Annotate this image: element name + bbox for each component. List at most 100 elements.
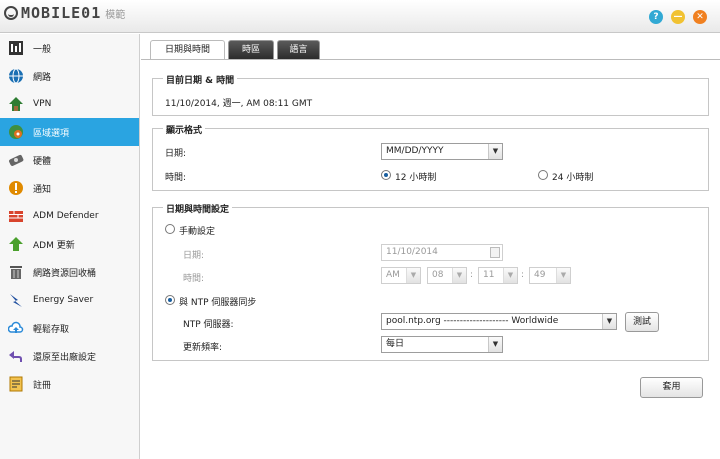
time-24h-radio[interactable] — [538, 170, 548, 180]
update-icon — [8, 236, 24, 252]
display-format-legend: 顯示格式 — [163, 123, 206, 136]
sidebar-item-vpn[interactable]: VPN — [0, 90, 139, 118]
hour-select[interactable]: 08 ▼ — [427, 267, 467, 284]
logo-icon — [4, 6, 18, 20]
sidebar: 一般 網路 VPN 區域選項 硬體 通知 ADM Defender ADM 更新… — [0, 34, 140, 459]
chevron-down-icon: ▼ — [503, 268, 517, 283]
register-icon — [8, 376, 24, 392]
recycle-bin-icon — [8, 264, 24, 280]
ntp-sync-label: 與 NTP 伺服器同步 — [179, 298, 257, 308]
sidebar-item-label: 輕鬆存取 — [33, 324, 70, 335]
ntp-server-select[interactable]: pool.ntp.org -------------------- Worldw… — [381, 313, 617, 330]
manual-setting-label: 手動設定 — [179, 227, 216, 237]
brand-logo-text: MOBILE01 — [21, 4, 102, 22]
sidebar-item-label: Energy Saver — [33, 295, 94, 305]
ntp-server-value: pool.ntp.org -------------------- Worldw… — [386, 316, 559, 326]
sidebar-item-label: 網路 — [33, 72, 52, 83]
title-bar: MOBILE01 模範 ? — ✕ — [0, 0, 720, 33]
restore-icon — [8, 348, 24, 364]
hardware-icon — [8, 152, 24, 168]
vpn-icon — [8, 96, 24, 112]
sidebar-item-label: 硬體 — [33, 156, 52, 167]
sidebar-item-label: ADM Defender — [33, 211, 99, 221]
sidebar-item-recycle-bin[interactable]: 網路資源回收桶 — [0, 258, 139, 286]
sidebar-item-adm-update[interactable]: ADM 更新 — [0, 230, 139, 258]
time-24h-label: 24 小時制 — [552, 173, 594, 183]
tab-date-time[interactable]: 日期與時間 — [150, 40, 225, 60]
energy-icon — [8, 292, 24, 308]
general-icon — [8, 40, 24, 56]
second-select[interactable]: 49 ▼ — [529, 267, 571, 284]
time-separator: : — [470, 270, 474, 280]
globe-icon — [8, 68, 24, 84]
datetime-settings-group: 日期與時間設定 手動設定 日期: 11/10/2014 時間: AM ▼ 08 … — [152, 202, 709, 361]
update-frequency-select[interactable]: 每日 ▼ — [381, 336, 503, 353]
tab-timezone[interactable]: 時區 — [228, 40, 274, 59]
sidebar-item-label: 網路資源回收桶 — [33, 268, 97, 279]
tab-language[interactable]: 語言 — [277, 40, 320, 59]
hour-value: 08 — [432, 270, 444, 280]
ampm-value: AM — [386, 270, 400, 280]
update-frequency-label: 更新頻率: — [183, 343, 223, 353]
current-datetime-legend: 目前日期 & 時間 — [163, 73, 238, 86]
sidebar-item-label: 一般 — [33, 44, 52, 55]
close-button[interactable]: ✕ — [693, 10, 707, 24]
sidebar-item-register[interactable]: 註冊 — [0, 370, 139, 398]
tab-divider — [141, 59, 720, 60]
current-datetime-value: 11/10/2014, 週一, AM 08:11 GMT — [165, 99, 313, 109]
calendar-icon[interactable] — [490, 247, 500, 258]
date-format-label: 日期: — [165, 149, 187, 159]
sidebar-item-label: VPN — [33, 99, 52, 109]
ampm-select[interactable]: AM ▼ — [381, 267, 421, 284]
sidebar-item-label: 註冊 — [33, 380, 52, 391]
sidebar-item-adm-defender[interactable]: ADM Defender — [0, 202, 139, 230]
ntp-server-label: NTP 伺服器: — [183, 320, 234, 330]
ntp-sync-radio[interactable] — [165, 295, 175, 305]
display-format-group: 顯示格式 日期: MM/DD/YYYY ▼ 時間: 12 小時制 24 小時制 — [152, 123, 709, 191]
chevron-down-icon: ▼ — [488, 337, 502, 352]
second-value: 49 — [534, 270, 546, 280]
sidebar-item-easy-access[interactable]: 輕鬆存取 — [0, 314, 139, 342]
help-button[interactable]: ? — [649, 10, 663, 24]
sidebar-item-energy-saver[interactable]: Energy Saver — [0, 286, 139, 314]
sidebar-item-label: ADM 更新 — [33, 240, 75, 251]
chevron-down-icon: ▼ — [556, 268, 570, 283]
date-format-value: MM/DD/YYYY — [386, 146, 444, 156]
time-format-label: 時間: — [165, 173, 187, 183]
minute-select[interactable]: 11 ▼ — [478, 267, 518, 284]
sidebar-item-network[interactable]: 網路 — [0, 62, 139, 90]
sidebar-item-general[interactable]: 一般 — [0, 34, 139, 62]
minimize-button[interactable]: — — [671, 10, 685, 24]
update-frequency-value: 每日 — [386, 339, 405, 349]
chevron-down-icon: ▼ — [602, 314, 616, 329]
sidebar-item-hardware[interactable]: 硬體 — [0, 146, 139, 174]
brand-subtitle: 模範 — [105, 9, 126, 21]
manual-time-label: 時間: — [183, 274, 205, 284]
manual-date-value: 11/10/2014 — [386, 247, 438, 257]
chevron-down-icon: ▼ — [452, 268, 466, 283]
sidebar-item-factory-reset[interactable]: 還原至出廠設定 — [0, 342, 139, 370]
time-separator: : — [521, 270, 525, 280]
sidebar-item-regional[interactable]: 區域選項 — [0, 118, 139, 146]
notification-icon — [8, 180, 24, 196]
firewall-icon — [8, 208, 24, 224]
sidebar-item-label: 還原至出廠設定 — [33, 352, 97, 363]
date-format-select[interactable]: MM/DD/YYYY ▼ — [381, 143, 503, 160]
current-datetime-group: 目前日期 & 時間 11/10/2014, 週一, AM 08:11 GMT — [152, 73, 709, 116]
manual-date-input[interactable]: 11/10/2014 — [381, 244, 503, 261]
sidebar-item-label: 區域選項 — [33, 128, 70, 139]
sidebar-item-label: 通知 — [33, 184, 52, 195]
sidebar-item-notification[interactable]: 通知 — [0, 174, 139, 202]
minute-value: 11 — [483, 270, 495, 280]
datetime-settings-legend: 日期與時間設定 — [163, 202, 233, 215]
chevron-down-icon: ▼ — [488, 144, 502, 159]
manual-setting-radio[interactable] — [165, 224, 175, 234]
apply-button[interactable]: 套用 — [640, 377, 703, 398]
test-button[interactable]: 測試 — [625, 312, 659, 332]
time-12h-label: 12 小時制 — [395, 173, 437, 183]
chevron-down-icon: ▼ — [406, 268, 420, 283]
manual-date-label: 日期: — [183, 251, 205, 261]
brand: MOBILE01 模範 — [4, 3, 125, 23]
regional-icon — [8, 124, 24, 140]
time-12h-radio[interactable] — [381, 170, 391, 180]
